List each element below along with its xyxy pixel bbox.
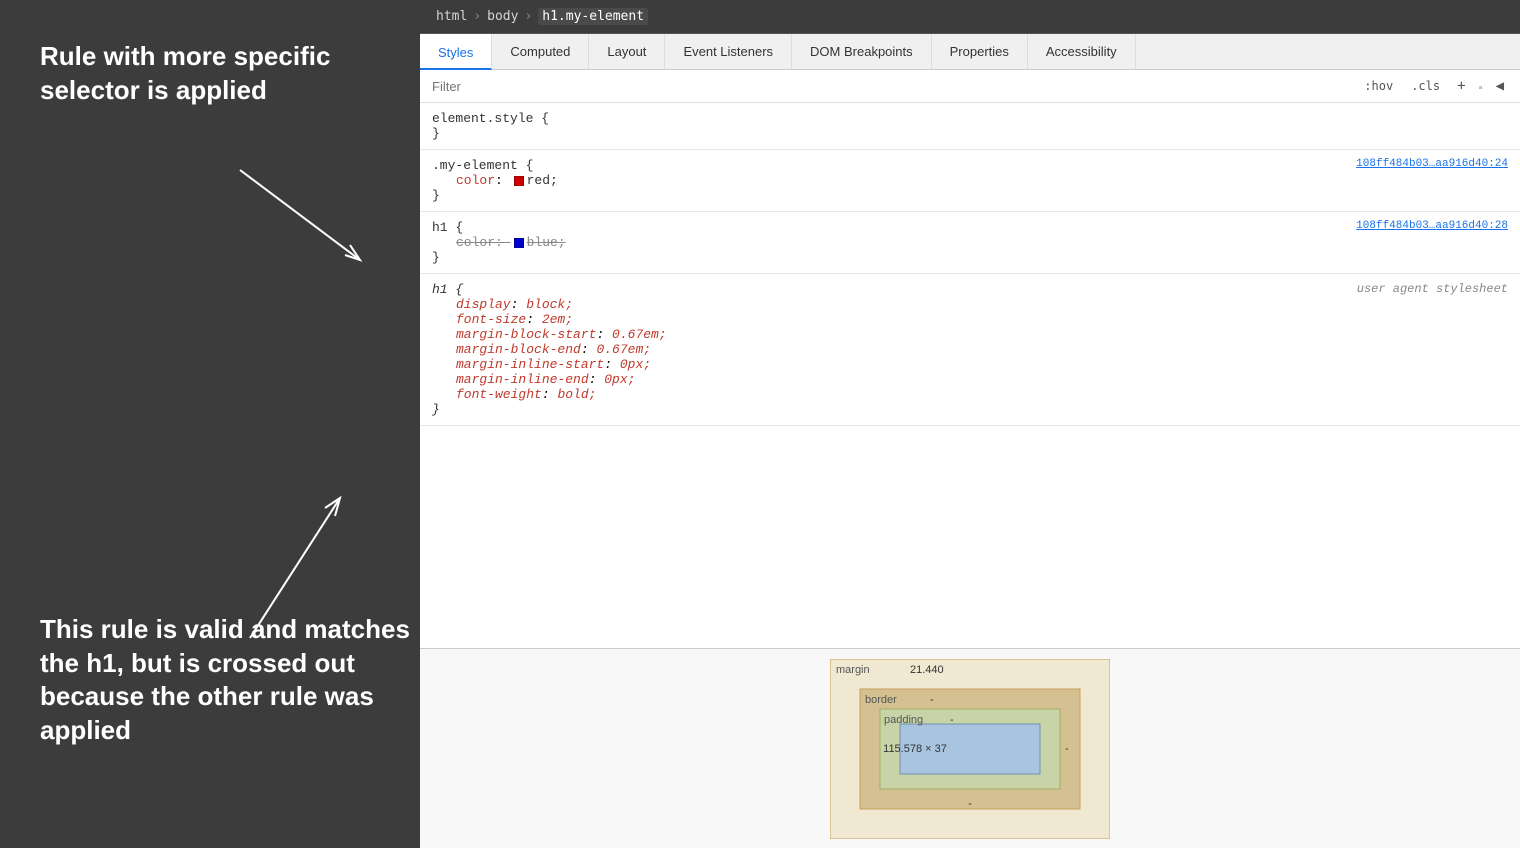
svg-text:padding: padding [884, 714, 923, 726]
svg-text:-: - [930, 694, 934, 706]
filter-actions: :hov .cls + ₐ ◀ [1359, 76, 1508, 96]
h1-ua-props: display: block; font-size: 2em; margin-b… [432, 297, 1508, 402]
devtools-panel: html › body › h1.my-element Styles Compu… [420, 0, 1520, 848]
h1-overridden-close: } [432, 250, 1508, 265]
h1-ua-prop-mbe: margin-block-end: 0.67em; [456, 342, 1508, 357]
selector-text: element.style { [432, 111, 549, 126]
my-element-selector: .my-element { [432, 158, 1508, 173]
css-block-h1-ua: user agent stylesheet h1 { display: bloc… [420, 274, 1520, 426]
arrow-top-icon [220, 160, 380, 280]
h1-ua-selector-text: h1 { [432, 282, 463, 297]
ua-colon-6: : [589, 372, 605, 387]
h1-ua-prop-fontsize: font-size: 2em; [456, 312, 1508, 327]
my-element-color-swatch[interactable] [514, 176, 524, 186]
h1-ua-prop-display: display: block; [456, 297, 1508, 312]
ua-prop-mbs-value: 0.67em; [612, 327, 667, 342]
h1-ua-selector: h1 { [432, 282, 1508, 297]
my-element-value-red: red; [527, 173, 558, 188]
tab-dom-breakpoints[interactable]: DOM Breakpoints [792, 34, 932, 69]
breadcrumb-separator-1: › [473, 9, 481, 24]
svg-text:115.578 × 37: 115.578 × 37 [883, 743, 947, 755]
element-style-close: } [432, 126, 1508, 141]
tab-computed[interactable]: Computed [492, 34, 589, 69]
h1-overridden-selector-text: h1 { [432, 220, 463, 235]
css-block-my-element: 108ff484b03…aa916d40:24 .my-element { co… [420, 150, 1520, 212]
ua-prop-fw-name: font-weight [456, 387, 542, 402]
h1-ua-prop-mbs: margin-block-start: 0.67em; [456, 327, 1508, 342]
h1-overridden-color-swatch[interactable] [514, 238, 524, 248]
ua-prop-mbe-name: margin-block-end [456, 342, 581, 357]
tab-event-listeners[interactable]: Event Listeners [665, 34, 792, 69]
add-rule-button[interactable]: + [1453, 76, 1469, 96]
h1-overridden-colon: : [495, 235, 511, 250]
svg-text:21.440: 21.440 [910, 664, 944, 676]
ua-colon-1: : [511, 297, 527, 312]
source-link-my-element[interactable]: 108ff484b03…aa916d40:24 [1356, 158, 1508, 170]
box-model-svg: margin 21.440 border - padding - 115.578… [830, 659, 1110, 839]
my-element-close: } [432, 188, 1508, 203]
ua-label: user agent stylesheet [1357, 282, 1508, 296]
ua-prop-mie-value: 0px; [604, 372, 635, 387]
svg-text:margin: margin [836, 664, 870, 676]
hov-button[interactable]: :hov [1359, 76, 1398, 96]
h1-ua-prop-mis: margin-inline-start: 0px; [456, 357, 1508, 372]
h1-overridden-props: color: blue; [432, 235, 1508, 250]
ua-prop-display-name: display [456, 297, 511, 312]
h1-overridden-prop-color: color [456, 235, 495, 250]
ua-colon-5: : [604, 357, 620, 372]
element-style-selector: element.style { [432, 111, 1508, 126]
ua-prop-mie-name: margin-inline-end [456, 372, 589, 387]
ua-prop-fontsize-value: 2em; [542, 312, 573, 327]
my-element-selector-text: .my-element { [432, 158, 533, 173]
svg-text:border: border [865, 694, 897, 706]
ua-prop-fw-value: bold; [557, 387, 596, 402]
css-content: element.style { } 108ff484b03…aa916d40:2… [420, 103, 1520, 648]
ua-prop-mbe-value: 0.67em; [596, 342, 651, 357]
svg-text:-: - [950, 714, 954, 726]
ua-prop-display-value: block; [526, 297, 573, 312]
my-element-colon: : [495, 173, 511, 188]
h1-ua-close: } [432, 402, 1508, 417]
annotation-bottom: This rule is valid and matches the h1, b… [40, 613, 420, 748]
annotation-top: Rule with more specific selector is appl… [40, 40, 360, 108]
tab-layout[interactable]: Layout [589, 34, 665, 69]
back-icon[interactable]: ◀ [1492, 76, 1508, 96]
ua-colon-2: : [526, 312, 542, 327]
ua-prop-mbs-name: margin-block-start [456, 327, 596, 342]
h1-ua-prop-mie: margin-inline-end: 0px; [456, 372, 1508, 387]
tab-bar: Styles Computed Layout Event Listeners D… [420, 34, 1520, 70]
css-block-h1-overridden: 108ff484b03…aa916d40:28 h1 { color: blue… [420, 212, 1520, 274]
tab-styles[interactable]: Styles [420, 34, 492, 70]
h1-overridden-selector: h1 { [432, 220, 1508, 235]
ua-colon-4: : [581, 342, 597, 357]
h1-overridden-value-blue: blue; [527, 235, 566, 250]
breadcrumb-bar: html › body › h1.my-element [420, 0, 1520, 34]
ua-prop-mis-value: 0px; [620, 357, 651, 372]
css-block-element-style: element.style { } [420, 103, 1520, 150]
cls-button[interactable]: .cls [1406, 76, 1445, 96]
ua-prop-fontsize-name: font-size [456, 312, 526, 327]
source-link-h1-overridden[interactable]: 108ff484b03…aa916d40:28 [1356, 220, 1508, 232]
tab-properties[interactable]: Properties [932, 34, 1028, 69]
breadcrumb-html[interactable]: html [436, 9, 467, 24]
svg-text:-: - [1065, 743, 1069, 755]
ua-prop-mis-name: margin-inline-start [456, 357, 604, 372]
box-model-container: margin 21.440 border - padding - 115.578… [420, 648, 1520, 848]
left-annotation-panel: Rule with more specific selector is appl… [0, 0, 420, 848]
ua-colon-7: : [542, 387, 558, 402]
breadcrumb-body[interactable]: body [487, 9, 518, 24]
svg-text:-: - [968, 798, 972, 810]
breadcrumb-separator-2: › [524, 9, 532, 24]
ua-colon-3: : [596, 327, 612, 342]
filter-input[interactable] [432, 79, 1351, 94]
subscript-icon: ₐ [1478, 81, 1484, 92]
breadcrumb-h1[interactable]: h1.my-element [538, 8, 648, 25]
my-element-props: color: red; [432, 173, 1508, 188]
tab-accessibility[interactable]: Accessibility [1028, 34, 1136, 69]
my-element-prop-color: color [456, 173, 495, 188]
h1-ua-prop-fw: font-weight: bold; [456, 387, 1508, 402]
filter-bar: :hov .cls + ₐ ◀ [420, 70, 1520, 103]
